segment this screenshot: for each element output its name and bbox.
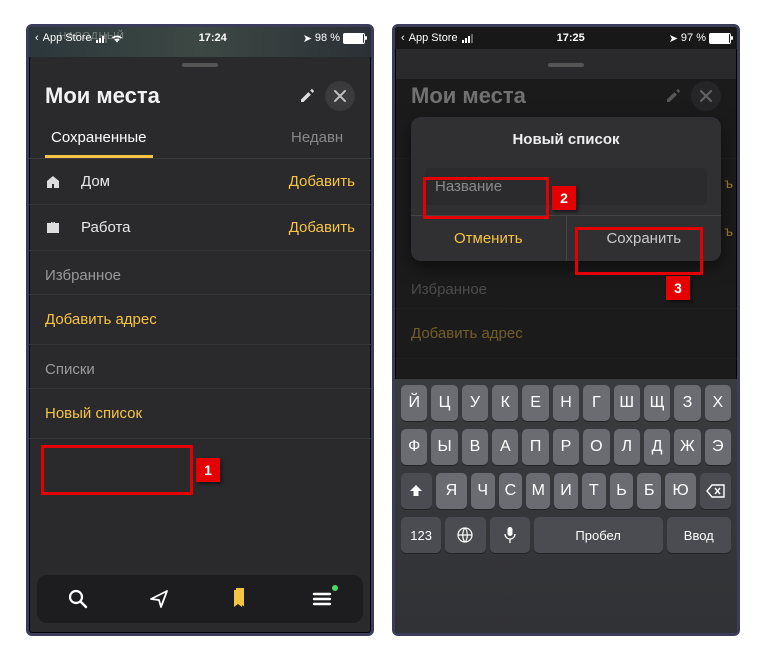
back-app-label[interactable]: App Store	[43, 32, 92, 44]
location-arrow-icon: ➤	[303, 32, 312, 45]
key-М[interactable]: М	[526, 473, 550, 509]
section-favorites: Избранное	[29, 251, 371, 295]
key-З[interactable]: З	[674, 385, 700, 421]
row-work[interactable]: Работа Добавить	[29, 205, 371, 251]
signal-icon	[462, 34, 473, 43]
backspace-key[interactable]	[700, 473, 731, 509]
screenshot-left: НАРОДНЫЙ ‹ App Store 17:24 ➤ 98 % Мои ме…	[26, 24, 374, 636]
back-app-label[interactable]: App Store	[409, 32, 458, 44]
edit-icon[interactable]	[299, 88, 315, 104]
wifi-icon	[111, 34, 123, 43]
key-Ц[interactable]: Ц	[431, 385, 457, 421]
briefcase-icon	[45, 220, 69, 236]
keyboard[interactable]: ЙЦУКЕНГШЩЗХ ФЫВАПРОЛДЖЭ ЯЧСМИТЬБЮ 123	[395, 379, 737, 633]
status-bar: ‹ App Store 17:24 ➤ 98 %	[29, 27, 371, 49]
signal-icon	[96, 34, 107, 43]
back-chevron-icon[interactable]: ‹	[35, 32, 39, 44]
key-С[interactable]: С	[499, 473, 523, 509]
key-Х[interactable]: Х	[705, 385, 731, 421]
key-У[interactable]: У	[462, 385, 488, 421]
key-Ш[interactable]: Ш	[614, 385, 640, 421]
key-Ы[interactable]: Ы	[431, 429, 457, 465]
key-Ю[interactable]: Ю	[665, 473, 696, 509]
bookmarks-icon[interactable]	[230, 588, 252, 610]
key-Р[interactable]: Р	[553, 429, 579, 465]
save-button[interactable]: Сохранить	[567, 216, 722, 261]
add-work-button[interactable]: Добавить	[289, 219, 355, 236]
kbd-row-1: ЙЦУКЕНГШЩЗХ	[398, 385, 734, 421]
key-К[interactable]: К	[492, 385, 518, 421]
key-Г[interactable]: Г	[583, 385, 609, 421]
key-Ч[interactable]: Ч	[471, 473, 495, 509]
key-Я[interactable]: Я	[436, 473, 467, 509]
key-Д[interactable]: Д	[644, 429, 670, 465]
kbd-row-3: ЯЧСМИТЬБЮ	[398, 473, 734, 509]
key-Щ[interactable]: Щ	[644, 385, 670, 421]
row-home[interactable]: Дом Добавить	[29, 159, 371, 205]
key-О[interactable]: О	[583, 429, 609, 465]
new-list-dialog: Новый список Название Отменить Сохранить	[411, 117, 721, 261]
location-arrow-icon: ➤	[669, 32, 678, 45]
key-Й[interactable]: Й	[401, 385, 427, 421]
key-П[interactable]: П	[522, 429, 548, 465]
kbd-row-4: 123 Пробел Ввод	[398, 517, 734, 553]
numbers-key[interactable]: 123	[401, 517, 441, 553]
battery-pct: 97 %	[681, 32, 706, 44]
bottom-bar	[37, 575, 363, 623]
search-icon[interactable]	[67, 588, 89, 610]
screenshot-right: ‹ App Store 17:25 ➤ 97 % Мои места авн	[392, 24, 740, 636]
work-label: Работа	[81, 219, 289, 236]
tabs: Сохраненные Недавн	[29, 119, 371, 159]
key-Е[interactable]: Е	[522, 385, 548, 421]
list-name-input[interactable]: Название	[425, 168, 707, 205]
add-home-button[interactable]: Добавить	[289, 173, 355, 190]
space-key[interactable]: Пробел	[534, 517, 663, 553]
key-Ж[interactable]: Ж	[674, 429, 700, 465]
battery-pct: 98 %	[315, 32, 340, 44]
cancel-button[interactable]: Отменить	[411, 216, 567, 261]
key-Л[interactable]: Л	[614, 429, 640, 465]
globe-key[interactable]	[445, 517, 485, 553]
key-Ф[interactable]: Ф	[401, 429, 427, 465]
clock: 17:24	[123, 32, 303, 44]
callout-1-num: 1	[196, 458, 220, 482]
menu-icon[interactable]	[311, 588, 333, 610]
key-В[interactable]: В	[462, 429, 488, 465]
home-label: Дом	[81, 173, 289, 190]
menu-badge-icon	[332, 585, 338, 591]
shift-key[interactable]	[401, 473, 432, 509]
mic-key[interactable]	[490, 517, 530, 553]
tab-recent[interactable]: Недавн	[285, 119, 355, 158]
battery-icon	[343, 33, 365, 44]
section-lists: Списки	[29, 345, 371, 389]
key-И[interactable]: И	[554, 473, 578, 509]
home-icon	[45, 174, 69, 190]
close-icon[interactable]	[325, 81, 355, 111]
enter-key[interactable]: Ввод	[667, 517, 731, 553]
tab-saved[interactable]: Сохраненные	[45, 119, 153, 158]
new-list-button[interactable]: Новый список	[29, 389, 371, 439]
key-Б[interactable]: Б	[637, 473, 661, 509]
callout-1: 1	[41, 445, 193, 495]
back-chevron-icon[interactable]: ‹	[401, 32, 405, 44]
key-Ь[interactable]: Ь	[610, 473, 634, 509]
battery-icon	[709, 33, 731, 44]
add-address-button[interactable]: Добавить адрес	[29, 295, 371, 345]
key-А[interactable]: А	[492, 429, 518, 465]
kbd-row-2: ФЫВАПРОЛДЖЭ	[398, 429, 734, 465]
dialog-title: Новый список	[411, 131, 721, 162]
key-Н[interactable]: Н	[553, 385, 579, 421]
clock: 17:25	[473, 32, 669, 44]
key-Т[interactable]: Т	[582, 473, 606, 509]
status-bar: ‹ App Store 17:25 ➤ 97 %	[395, 27, 737, 49]
page-title: Мои места	[45, 83, 289, 109]
key-Э[interactable]: Э	[705, 429, 731, 465]
navigate-icon[interactable]	[148, 588, 170, 610]
